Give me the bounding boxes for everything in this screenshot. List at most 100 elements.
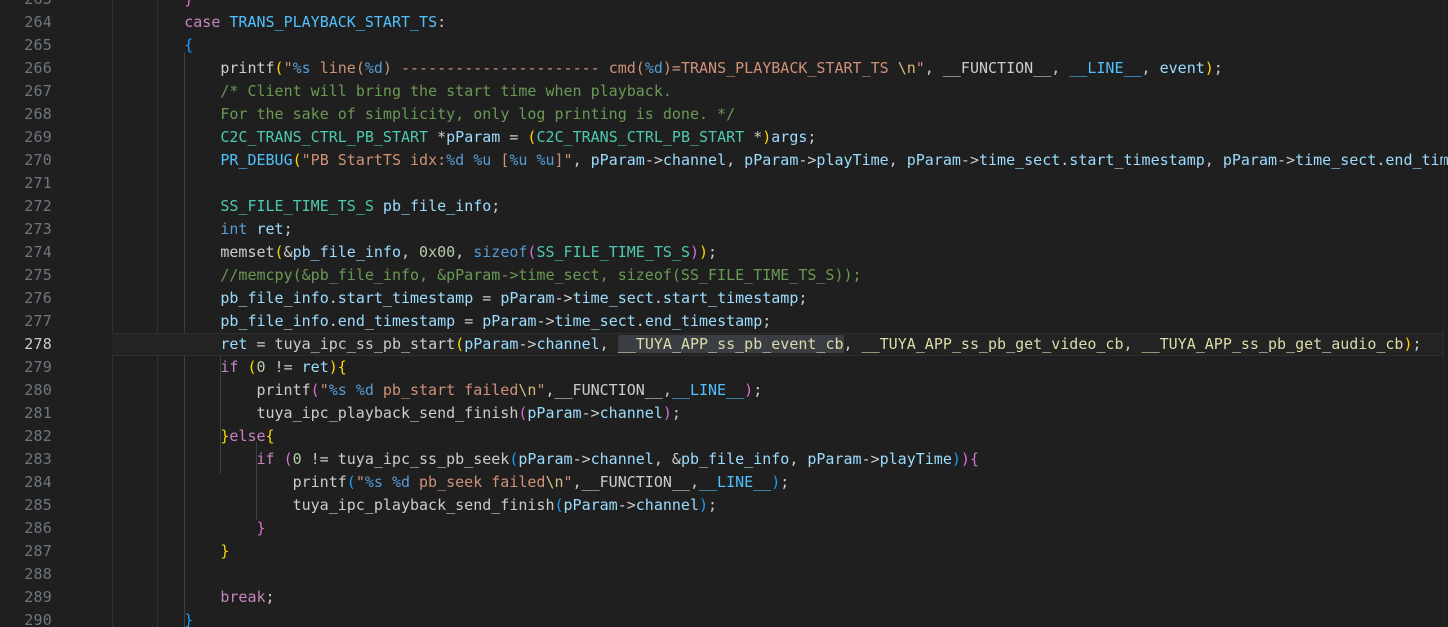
code-line[interactable]: 283if (0 != tuya_ipc_ss_pb_seek(pParam->… xyxy=(0,448,1448,471)
code-line-content[interactable]: } xyxy=(112,517,1443,540)
code-token: ( xyxy=(293,151,302,169)
code-line[interactable]: 280printf("%s %d pb_start failed\n",__FU… xyxy=(0,379,1448,402)
code-line[interactable]: 290} xyxy=(0,609,1448,627)
code-token: { xyxy=(338,358,347,376)
code-line[interactable]: 263} xyxy=(0,0,1448,11)
code-line[interactable]: 275//memcpy(&pb_file_info, &pParam->time… xyxy=(0,264,1448,287)
code-token: %u xyxy=(536,151,554,169)
code-line-content[interactable]: printf("%s %d pb_start failed\n",__FUNCT… xyxy=(112,379,1443,402)
code-line[interactable]: 277pb_file_info.end_timestamp = pParam->… xyxy=(0,310,1448,333)
code-line[interactable]: 269C2C_TRANS_CTRL_PB_START *pParam = (C2… xyxy=(0,126,1448,149)
code-line[interactable]: 279if (0 != ret){ xyxy=(0,356,1448,379)
code-line-content[interactable]: } xyxy=(112,609,1443,627)
code-token: time_sect xyxy=(1295,151,1376,169)
code-line[interactable]: 285tuya_ipc_playback_send_finish(pParam-… xyxy=(0,494,1448,517)
code-line[interactable]: 286} xyxy=(0,517,1448,540)
code-line-content[interactable]: } xyxy=(112,0,1443,11)
code-token xyxy=(275,450,284,468)
code-token: ; xyxy=(1214,59,1223,77)
code-line-content[interactable]: if (0 != ret){ xyxy=(112,356,1443,379)
code-line-content[interactable]: }else{ xyxy=(112,425,1443,448)
code-line-content[interactable]: //memcpy(&pb_file_info, &pParam->time_se… xyxy=(112,264,1443,287)
code-token: For the sake of simplicity, only log pri… xyxy=(220,105,735,123)
code-line-content[interactable]: pb_file_info.start_timestamp = pParam->t… xyxy=(112,287,1443,310)
code-token: start_timestamp xyxy=(1069,151,1204,169)
code-editor[interactable]: 263}264case TRANS_PLAYBACK_START_TS:265{… xyxy=(0,0,1448,627)
code-token: %d xyxy=(356,381,374,399)
code-line-content[interactable]: ret = tuya_ipc_ss_pb_start(pParam->chann… xyxy=(112,333,1443,356)
code-line-content[interactable]: break; xyxy=(112,586,1443,609)
code-token: __FUNCTION__ xyxy=(555,381,663,399)
code-token: %d xyxy=(645,59,663,77)
code-line[interactable]: 265{ xyxy=(0,34,1448,57)
code-token: tuya_ipc_ss_pb_start xyxy=(275,335,456,353)
code-line-content[interactable]: PR_DEBUG("PB StartTS idx:%d %u [%u %u]",… xyxy=(112,149,1443,172)
code-line-content[interactable]: C2C_TRANS_CTRL_PB_START *pParam = (C2C_T… xyxy=(112,126,1443,149)
code-line[interactable]: 266printf("%s line(%d) -----------------… xyxy=(0,57,1448,80)
code-token: , xyxy=(789,450,807,468)
code-line[interactable]: 284printf("%s %d pb_seek failed\n",__FUN… xyxy=(0,471,1448,494)
code-token: ; xyxy=(780,473,789,491)
code-line[interactable]: 287} xyxy=(0,540,1448,563)
code-line[interactable]: 282}else{ xyxy=(0,425,1448,448)
code-token: event xyxy=(1160,59,1205,77)
code-line[interactable]: 276pb_file_info.start_timestamp = pParam… xyxy=(0,287,1448,310)
code-line[interactable]: 272SS_FILE_TIME_TS_S pb_file_info; xyxy=(0,195,1448,218)
code-line-content[interactable]: For the sake of simplicity, only log pri… xyxy=(112,103,1443,126)
code-token: = xyxy=(473,289,500,307)
code-token: pParam xyxy=(744,151,798,169)
code-line-content[interactable]: memset(&pb_file_info, 0x00, sizeof(SS_FI… xyxy=(112,241,1443,264)
editor-code-rows[interactable]: 263}264case TRANS_PLAYBACK_START_TS:265{… xyxy=(0,0,1448,627)
editor-gutter[interactable] xyxy=(0,0,66,627)
code-line-content[interactable]: case TRANS_PLAYBACK_START_TS: xyxy=(112,11,1443,34)
code-line-content[interactable]: int ret; xyxy=(112,218,1443,241)
code-line[interactable]: 281tuya_ipc_playback_send_finish(pParam-… xyxy=(0,402,1448,425)
code-token: , xyxy=(1123,335,1141,353)
code-line-content[interactable]: printf("%s line(%d) --------------------… xyxy=(112,57,1443,80)
code-token: )=TRANS_PLAYBACK_START_TS xyxy=(663,59,898,77)
code-line-content[interactable]: /* Client will bring the start time when… xyxy=(112,80,1443,103)
code-line-content[interactable]: } xyxy=(112,540,1443,563)
code-line[interactable]: 268For the sake of simplicity, only log … xyxy=(0,103,1448,126)
code-token: != xyxy=(302,450,338,468)
code-line[interactable]: 267/* Client will bring the start time w… xyxy=(0,80,1448,103)
editor-fold-column[interactable] xyxy=(66,0,112,627)
code-token: ) xyxy=(961,450,970,468)
code-token: start_timestamp xyxy=(663,289,798,307)
code-line-active[interactable]: 278ret = tuya_ipc_ss_pb_start(pParam->ch… xyxy=(0,333,1448,356)
code-token: time_sect xyxy=(979,151,1060,169)
code-line-content[interactable]: if (0 != tuya_ipc_ss_pb_seek(pParam->cha… xyxy=(112,448,1443,471)
code-line-content[interactable]: { xyxy=(112,34,1443,57)
code-token: ) xyxy=(663,404,672,422)
editor-right-edge-rule xyxy=(1443,0,1444,627)
code-line[interactable]: 273int ret; xyxy=(0,218,1448,241)
code-line-content[interactable]: SS_FILE_TIME_TS_S pb_file_info; xyxy=(112,195,1443,218)
code-line[interactable]: 288 xyxy=(0,563,1448,586)
code-line-content[interactable]: pb_file_info.end_timestamp = pParam->tim… xyxy=(112,310,1443,333)
code-line[interactable]: 274memset(&pb_file_info, 0x00, sizeof(SS… xyxy=(0,241,1448,264)
code-token: end_timestamp xyxy=(338,312,455,330)
code-token: pParam xyxy=(446,128,500,146)
code-line-content[interactable]: printf("%s %d pb_seek failed\n",__FUNCTI… xyxy=(112,471,1443,494)
code-line-content[interactable] xyxy=(112,172,1443,195)
code-token: __FUNCTION__ xyxy=(582,473,690,491)
code-token: pParam xyxy=(482,312,536,330)
code-token: start_timestamp xyxy=(338,289,473,307)
code-token: channel xyxy=(536,335,599,353)
code-token: ( xyxy=(311,381,320,399)
code-token: & xyxy=(284,243,293,261)
code-token: \n xyxy=(898,59,916,77)
code-token: "PB StartTS idx: xyxy=(302,151,447,169)
code-line[interactable]: 264case TRANS_PLAYBACK_START_TS: xyxy=(0,11,1448,34)
code-line-content[interactable]: tuya_ipc_playback_send_finish(pParam->ch… xyxy=(112,402,1443,425)
code-token: break xyxy=(220,588,265,606)
code-line[interactable]: 289break; xyxy=(0,586,1448,609)
code-token: printf xyxy=(293,473,347,491)
code-line[interactable]: 270PR_DEBUG("PB StartTS idx:%d %u [%u %u… xyxy=(0,149,1448,172)
code-line-content[interactable] xyxy=(112,563,1443,586)
code-token: { xyxy=(266,427,275,445)
code-token: ; xyxy=(491,197,500,215)
code-line[interactable]: 271 xyxy=(0,172,1448,195)
code-token: ret xyxy=(220,335,247,353)
code-line-content[interactable]: tuya_ipc_playback_send_finish(pParam->ch… xyxy=(112,494,1443,517)
